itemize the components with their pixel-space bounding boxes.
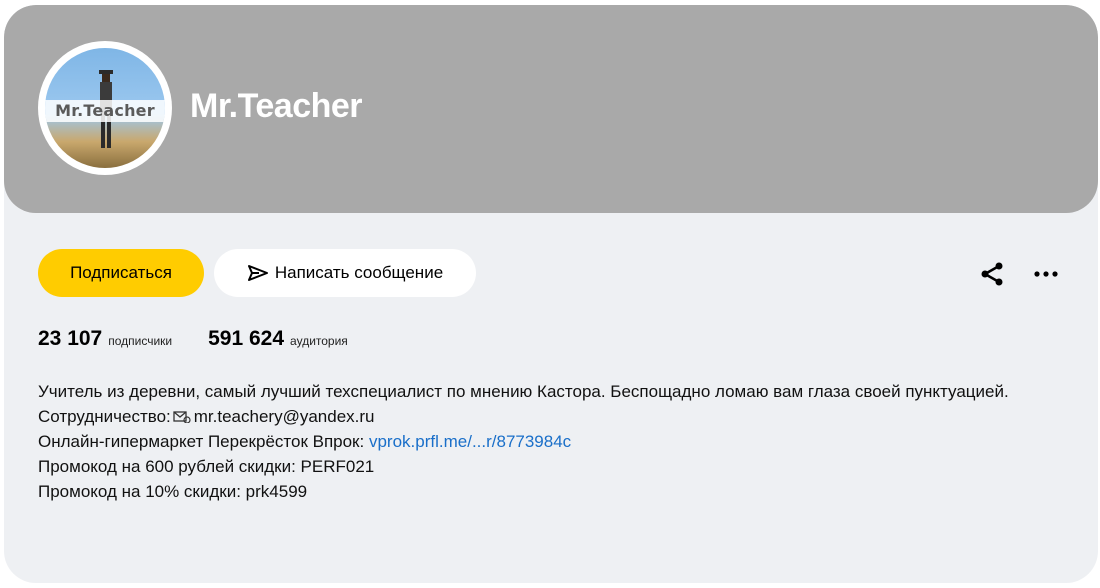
- channel-name: Mr.Teacher: [190, 87, 363, 125]
- subscribe-label: Подписаться: [70, 263, 172, 282]
- cooperation-email: mr.teachery@yandex.ru: [193, 407, 375, 426]
- write-message-label: Написать сообщение: [274, 263, 444, 282]
- channel-description: Учитель из деревни, самый лучший техспец…: [38, 379, 1038, 504]
- more-icon[interactable]: [1032, 269, 1060, 279]
- audience-label: аудитория: [290, 334, 348, 348]
- cooperation-line: Сотрудничество: mr.teachery@yandex.ru: [38, 404, 1038, 429]
- avatar-label: Mr.Teacher: [45, 100, 165, 122]
- subscribe-button[interactable]: Подписаться: [38, 249, 204, 297]
- share-icon[interactable]: [979, 261, 1005, 287]
- store-label: Онлайн-гипермаркет Перекрёсток Впрок:: [38, 432, 365, 451]
- avatar-image: Mr.Teacher: [45, 48, 165, 168]
- audience-count: 591 624: [208, 327, 285, 350]
- cooperation-label: Сотрудничество:: [38, 407, 171, 426]
- mail-icon: [173, 411, 191, 423]
- send-icon: [247, 265, 268, 281]
- subscribers-label: подписчики: [108, 334, 173, 348]
- channel-stats: 23 107 подписчики 591 624 аудитория: [38, 327, 348, 351]
- write-message-button[interactable]: Написать сообщение: [214, 249, 476, 297]
- description-text: Учитель из деревни, самый лучший техспец…: [38, 382, 1009, 401]
- channel-card: Mr.Teacher Mr.Teacher Подписаться Написа…: [4, 5, 1098, 583]
- promo-line-2: Промокод на 10% скидки: prk4599: [38, 482, 308, 501]
- store-line: Онлайн-гипермаркет Перекрёсток Впрок: vp…: [38, 429, 1038, 454]
- avatar[interactable]: Mr.Teacher: [38, 41, 172, 175]
- subscribers-count: 23 107: [38, 327, 103, 350]
- promo-line-1: Промокод на 600 рублей скидки: PERF021: [38, 457, 375, 476]
- store-link[interactable]: vprok.prfl.me/...r/8773984c: [369, 432, 571, 451]
